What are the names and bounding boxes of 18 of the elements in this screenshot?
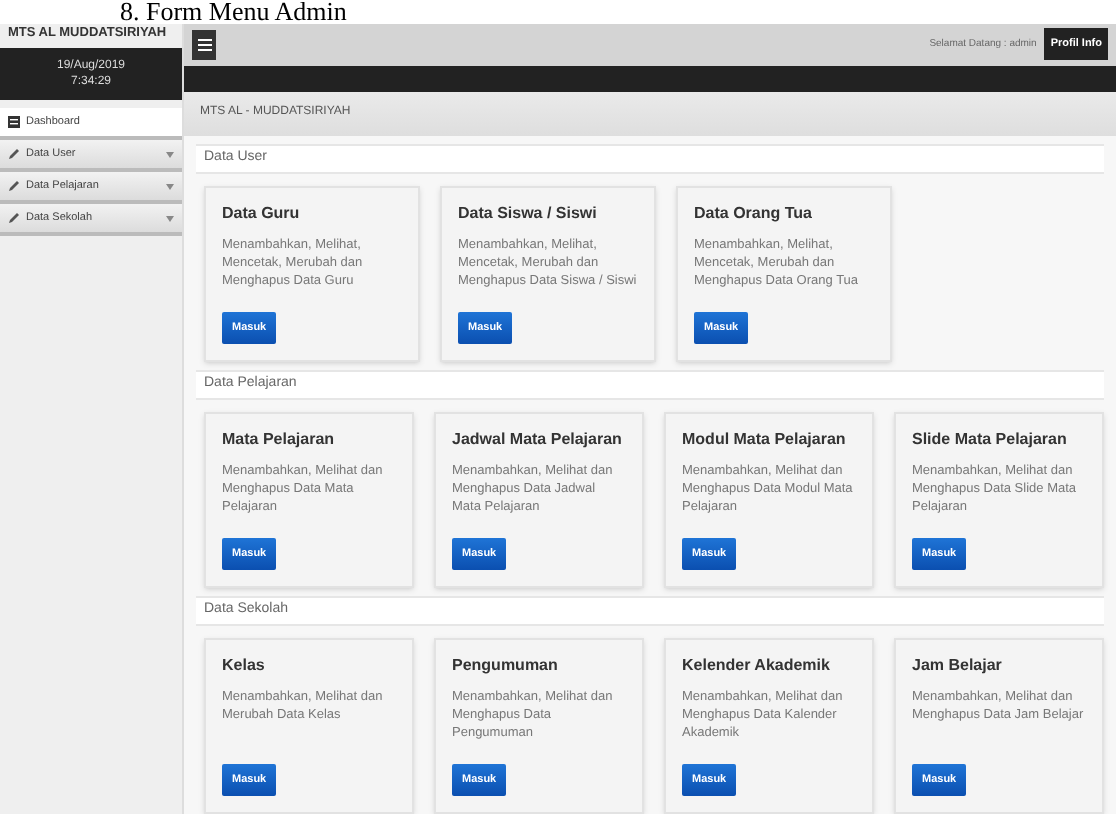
pencil-icon (8, 212, 20, 224)
card-title: Modul Mata Pelajaran (682, 430, 848, 450)
card-title: Kelas (222, 656, 267, 676)
figure-caption: 8. Form Menu Admin (120, 0, 347, 24)
menu-icon (197, 37, 211, 52)
card-title: Pengumuman (452, 656, 560, 676)
dashboard-icon (8, 116, 20, 128)
menu-button[interactable] (192, 29, 216, 60)
card-title: Slide Mata Pelajaran (912, 430, 1069, 450)
card-title: Mata Pelajaran (222, 430, 337, 450)
pencil-icon (8, 180, 20, 192)
card-title: Jam Belajar (912, 656, 1004, 676)
card-title: Jadwal Mata Pelajaran (452, 430, 624, 450)
card-title: Data Siswa / Siswi (458, 204, 599, 224)
card-title: Data Guru (222, 204, 302, 224)
pencil-icon (8, 148, 20, 160)
card-title: Data Orang Tua (694, 204, 814, 224)
card-title: Kelender Akademik (682, 656, 832, 676)
